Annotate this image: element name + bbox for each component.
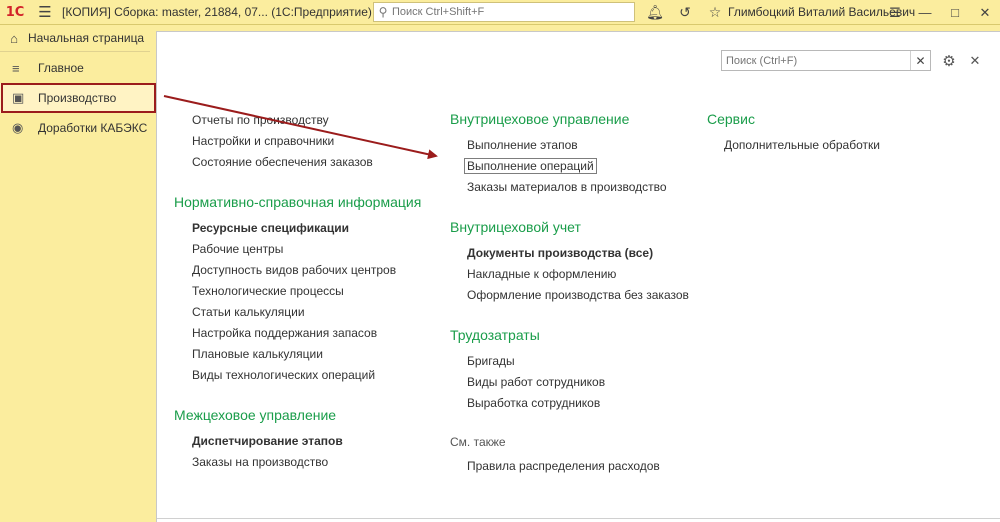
group-title-intershop: Межцеховое управление — [174, 407, 337, 423]
home-icon: ⌂ — [10, 30, 18, 46]
link-production-docs[interactable]: Документы производства (все) — [467, 246, 653, 260]
link-stage-execution[interactable]: Выполнение этапов — [467, 138, 578, 152]
link-expense-rules[interactable]: Правила распределения расходов — [467, 459, 660, 473]
sidebar-item-main[interactable]: ≡ Главное — [0, 53, 156, 83]
link-settings[interactable]: Настройки и справочники — [192, 134, 334, 148]
highlight-frame — [1, 83, 156, 113]
link-resource-specs[interactable]: Ресурсные спецификации — [192, 221, 349, 235]
group-title-labor: Трудозатраты — [450, 327, 540, 343]
history-icon[interactable]: ↺ — [670, 0, 700, 25]
link-employee-output[interactable]: Выработка сотрудников — [467, 396, 600, 410]
link-additional-processing[interactable]: Дополнительные обработки — [724, 138, 880, 152]
link-operation-types[interactable]: Виды технологических операций — [192, 368, 375, 382]
sidebar: ≡ Главное ▣ Производство ◉ Доработки КАБ… — [0, 52, 156, 522]
close-window-icon[interactable]: ✕ — [970, 0, 1000, 25]
list-icon: ≡ — [12, 60, 20, 76]
gear-icon[interactable]: ⚙ — [939, 50, 959, 71]
home-tab[interactable]: ⌂ Начальная страница — [0, 25, 150, 52]
maximize-icon[interactable]: □ — [940, 0, 970, 25]
sidebar-item-kabeks[interactable]: ◉ Доработки КАБЭКС — [0, 113, 156, 143]
group-title-nsi: Нормативно-справочная информация — [174, 194, 422, 210]
close-icon[interactable]: ✕ — [965, 50, 985, 71]
sidebar-item-label: Доработки КАБЭКС — [38, 121, 148, 135]
bell-icon[interactable]: 🔔︎ — [640, 0, 670, 25]
link-tech-processes[interactable]: Технологические процессы — [192, 284, 344, 298]
link-planned-costing[interactable]: Плановые калькуляции — [192, 347, 323, 361]
minimize-icon[interactable]: — — [910, 0, 940, 25]
app-title: [КОПИЯ] Сборка: master, 21884, 07... (1С… — [62, 5, 372, 19]
link-material-orders[interactable]: Заказы материалов в производство — [467, 180, 667, 194]
link-operation-execution[interactable]: Выполнение операций — [464, 158, 597, 174]
link-stage-dispatching[interactable]: Диспетчирование этапов — [192, 434, 343, 448]
group-title-see-also: См. также — [450, 435, 506, 449]
link-employee-work-types[interactable]: Виды работ сотрудников — [467, 375, 605, 389]
link-work-centers[interactable]: Рабочие центры — [192, 242, 283, 256]
app-logo: 1С — [5, 4, 25, 20]
global-search-input[interactable] — [392, 6, 622, 18]
sidebar-item-label: Главное — [38, 61, 84, 75]
link-brigades[interactable]: Бригады — [467, 354, 515, 368]
link-production-reports[interactable]: Отчеты по производству — [192, 113, 329, 127]
link-cost-items[interactable]: Статьи калькуляции — [192, 305, 305, 319]
link-stock-settings[interactable]: Настройка поддержания запасов — [192, 326, 377, 340]
link-production-without-orders[interactable]: Оформление производства без заказов — [467, 288, 689, 302]
link-invoices-to-process[interactable]: Накладные к оформлению — [467, 267, 616, 281]
panel-bottom-border — [157, 518, 1000, 519]
home-tab-label: Начальная страница — [28, 31, 145, 45]
panel-search-input[interactable] — [722, 51, 910, 70]
settings-menu-icon[interactable]: ☰ — [880, 0, 910, 25]
link-production-orders[interactable]: Заказы на производство — [192, 455, 328, 469]
search-icon: ⚲ — [378, 5, 388, 19]
group-title-intrashop-mgmt: Внутрицеховое управление — [450, 111, 630, 127]
addon-icon: ◉ — [12, 120, 24, 135]
link-order-supply[interactable]: Состояние обеспечения заказов — [192, 155, 373, 169]
link-wc-availability[interactable]: Доступность видов рабочих центров — [192, 263, 396, 277]
clear-search-icon[interactable]: ✕ — [910, 51, 930, 70]
global-search[interactable]: ⚲ — [373, 2, 635, 22]
section-panel: ✕ ⚙ ✕ Отчеты по производству Настройки и… — [156, 31, 1000, 522]
group-title-service: Сервис — [707, 111, 755, 127]
panel-search[interactable]: ✕ — [721, 50, 931, 71]
main-menu-icon[interactable]: ☰ — [30, 0, 60, 25]
group-title-intrashop-accounting: Внутрицеховой учет — [450, 219, 581, 235]
star-icon[interactable]: ☆ — [700, 0, 730, 25]
